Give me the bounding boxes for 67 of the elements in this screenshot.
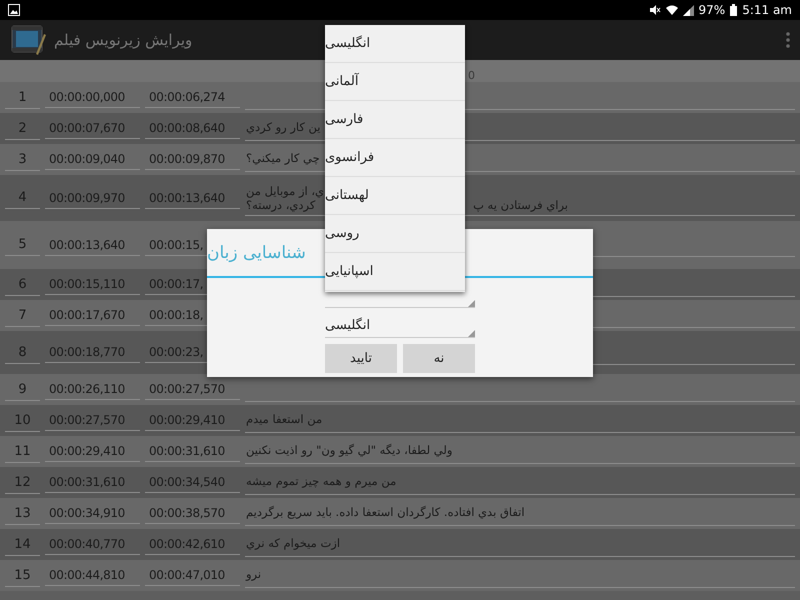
end-time-field[interactable]: 00:00:34,540 <box>145 472 240 493</box>
start-time-field[interactable]: 00:00:15,110 <box>45 274 140 295</box>
row-number: 14 <box>5 534 40 556</box>
row-number: 1 <box>5 86 40 108</box>
language-option[interactable]: فارسی <box>325 101 465 139</box>
column-header: 0 <box>468 69 475 82</box>
row-number: 8 <box>5 342 40 364</box>
language-option[interactable]: انگلیسی <box>325 25 465 63</box>
app-title: ویرایش زیرنویس فیلم <box>54 31 192 49</box>
start-time-field[interactable]: 00:00:26,110 <box>45 379 140 400</box>
subtitle-field[interactable]: من ميرم و همه چيز تموم ميشه <box>245 470 795 494</box>
row-number: 7 <box>5 304 40 326</box>
start-time-field[interactable]: 00:00:27,570 <box>45 410 140 431</box>
image-icon <box>8 4 20 16</box>
row-number: 2 <box>5 118 40 140</box>
row-number: 5 <box>5 234 40 256</box>
subtitle-field[interactable]: من استعفا ميدم <box>245 408 795 432</box>
start-time-field[interactable]: 00:00:13,640 <box>45 234 140 256</box>
start-time-field[interactable]: 00:00:07,670 <box>45 118 140 139</box>
language-option[interactable]: آلمانی <box>325 63 465 101</box>
target-language-spinner[interactable]: انگلیسی <box>325 314 475 338</box>
subtitle-field[interactable]: ولي لطفا، ديگه "لي گيو ون" رو اذيت نكنين <box>245 440 795 464</box>
signal-icon <box>682 4 694 16</box>
clock: 5:11 am <box>742 3 792 17</box>
subtitle-field[interactable]: ازت ميخوام كه نري <box>245 532 795 556</box>
dialog-button[interactable]: تایید <box>325 344 397 373</box>
wifi-icon <box>666 4 678 16</box>
language-option[interactable]: لهستانی <box>325 177 465 215</box>
battery-icon <box>730 4 738 16</box>
row-number: 9 <box>5 378 40 400</box>
end-time-field[interactable]: 00:00:31,610 <box>145 441 240 462</box>
row-number: 11 <box>5 440 40 462</box>
end-time-field[interactable]: 00:00:09,870 <box>145 149 240 170</box>
mute-icon <box>648 4 661 16</box>
end-time-field[interactable]: 00:00:13,640 <box>145 188 240 208</box>
end-time-field[interactable]: 00:00:08,640 <box>145 118 240 139</box>
start-time-field[interactable]: 00:00:17,670 <box>45 305 140 326</box>
dialog-button[interactable]: نه <box>403 344 475 373</box>
start-time-field[interactable]: 00:00:40,770 <box>45 534 140 555</box>
row-number: 13 <box>5 502 40 524</box>
battery-percent: 97% <box>698 3 726 17</box>
language-option[interactable]: روسی <box>325 215 465 253</box>
row-number: 10 <box>5 410 40 432</box>
language-option[interactable]: فرانسوی <box>325 139 465 177</box>
start-time-field[interactable]: 00:00:29,410 <box>45 441 140 462</box>
start-time-field[interactable]: 00:00:18,770 <box>45 342 140 363</box>
end-time-field[interactable]: 00:00:29,410 <box>145 410 240 431</box>
subtitle-field[interactable]: اتفاق بدي افتاده. كارگردان استعفا داده. بايد سريع برگرديم <box>245 502 795 526</box>
end-time-field[interactable]: 00:00:38,570 <box>145 503 240 524</box>
end-time-field[interactable]: 00:00:47,010 <box>145 565 240 586</box>
row-number: 4 <box>5 187 40 209</box>
language-option[interactable]: اسپانیایی <box>325 253 465 291</box>
start-time-field[interactable]: 00:00:09,040 <box>45 149 140 170</box>
subtitle-field[interactable]: نرو <box>245 564 795 588</box>
row-number: 6 <box>5 274 40 296</box>
start-time-field[interactable]: 00:00:00,000 <box>45 87 140 108</box>
start-time-field[interactable]: 00:00:09,970 <box>45 188 140 208</box>
row-number: 12 <box>5 472 40 494</box>
end-time-field[interactable]: 00:00:27,570 <box>145 379 240 400</box>
end-time-field[interactable]: 00:00:06,274 <box>145 87 240 108</box>
row-number: 15 <box>5 564 40 586</box>
end-time-field[interactable]: 00:00:42,610 <box>145 534 240 555</box>
start-time-field[interactable]: 00:00:44,810 <box>45 565 140 586</box>
overflow-menu-icon[interactable] <box>786 32 790 48</box>
start-time-field[interactable]: 00:00:34,910 <box>45 503 140 524</box>
start-time-field[interactable]: 00:00:31,610 <box>45 472 140 493</box>
row-number: 3 <box>5 148 40 170</box>
